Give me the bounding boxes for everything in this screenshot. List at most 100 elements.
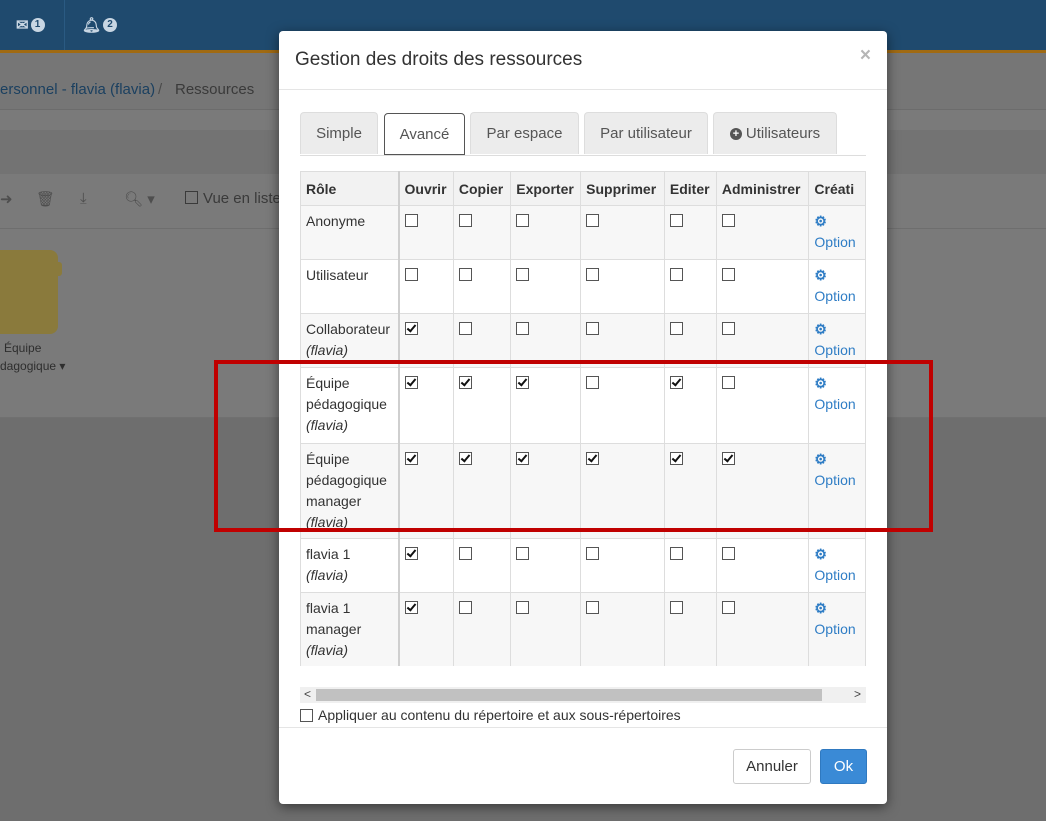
permission-checkbox-administrer[interactable] [721,601,735,614]
role-owner: (flavia) [306,567,349,583]
permission-checkbox-supprimer[interactable] [586,322,600,335]
option-link[interactable]: Option [814,619,860,640]
scroll-right-icon[interactable]: > [854,687,861,701]
permission-checkbox-editer[interactable] [669,214,683,227]
envelope-icon: ✉ [16,17,29,34]
permission-checkbox-exporter[interactable] [516,322,530,335]
role-cell: Anonyme [300,205,400,260]
permission-cell-exporter [510,259,582,314]
permission-cell-administrer [715,205,810,260]
list-view-checkbox[interactable] [185,191,198,204]
mail-notification[interactable]: ✉ 1 [16,0,45,50]
gear-icon[interactable]: ⚙ [814,265,860,286]
permission-checkbox-ouvrir[interactable] [404,601,418,614]
permission-checkbox-exporter[interactable] [516,268,530,281]
gear-icon[interactable]: ⚙ [814,319,860,340]
tab-utilisateurs-label: Utilisateurs [745,125,821,142]
permission-checkbox-ouvrir[interactable] [404,214,418,227]
role-name: Utilisateur [306,267,369,283]
modal-title: Gestion des droits des ressources [295,49,583,70]
permission-checkbox-copier[interactable] [458,547,472,560]
permission-checkbox-supprimer[interactable] [586,268,600,281]
trash-icon[interactable]: 🗑︎ [36,190,55,208]
breadcrumb-link[interactable]: ersonnel - flavia (flavia) [0,81,155,98]
tab-simple[interactable]: Simple [300,112,378,154]
role-owner: (flavia) [306,342,349,358]
option-link[interactable]: Option [814,286,860,307]
option-link[interactable]: Option [814,232,860,253]
permission-cell-copier [452,205,512,260]
folder-icon[interactable] [0,250,58,334]
permission-checkbox-copier[interactable] [458,268,472,281]
permission-cell-ouvrir [398,538,454,593]
permission-cell-administrer [715,592,810,666]
close-icon[interactable]: × [860,45,871,67]
permission-checkbox-copier[interactable] [458,214,472,227]
bell-notification[interactable]: 🔔︎ 2 [82,0,118,50]
permission-checkbox-ouvrir[interactable] [404,268,418,281]
permission-checkbox-administrer[interactable] [721,322,735,335]
permission-checkbox-editer[interactable] [669,547,683,560]
arrow-icon[interactable]: ➜ [0,190,13,208]
tab-par-espace[interactable]: Par espace [470,112,579,154]
permission-checkbox-ouvrir[interactable] [404,322,418,335]
permission-cell-copier [452,538,512,593]
folder-label: Équipe [4,341,42,355]
scrollbar-thumb[interactable] [316,689,822,701]
scroll-left-icon[interactable]: < [304,687,311,701]
highlight-annotation-box [214,360,933,532]
permission-checkbox-supprimer[interactable] [586,601,600,614]
permission-cell-copier [452,592,512,666]
column-header-role: Rôle [300,171,400,206]
list-view-toggle[interactable]: Vue en liste [185,190,281,207]
zoom-icon[interactable]: 🔍︎ ▾ [124,190,155,208]
permission-cell-editer [663,205,717,260]
permission-checkbox-administrer[interactable] [721,214,735,227]
permission-checkbox-supprimer[interactable] [586,214,600,227]
permission-checkbox-administrer[interactable] [721,268,735,281]
column-header-administrer: Administrer [715,171,810,206]
folder-tab-shape [52,262,62,276]
permission-cell-administrer [715,538,810,593]
gear-icon[interactable]: ⚙ [814,544,860,565]
permission-checkbox-exporter[interactable] [516,214,530,227]
role-name: Collaborateur [306,321,391,337]
horizontal-scrollbar[interactable]: < > [300,687,866,703]
permission-checkbox-editer[interactable] [669,268,683,281]
permission-checkbox-ouvrir[interactable] [404,547,418,560]
permission-cell-exporter [510,592,582,666]
folder-label-dropdown[interactable]: dagogique ▾ [0,359,65,373]
permission-checkbox-copier[interactable] [458,322,472,335]
option-link[interactable]: Option [814,565,860,586]
option-link[interactable]: Option [814,340,860,361]
permission-checkbox-exporter[interactable] [516,547,530,560]
cancel-button[interactable]: Annuler [733,749,811,784]
bell-icon: 🔔︎ [82,17,102,34]
permission-cell-ouvrir [398,205,454,260]
permission-cell-exporter [510,538,582,593]
table-row: Anonyme ⚙ Option [300,205,866,260]
tab-par-utilisateur[interactable]: Par utilisateur [584,112,708,154]
permission-checkbox-supprimer[interactable] [586,547,600,560]
gear-icon[interactable]: ⚙ [814,598,860,619]
permission-checkbox-copier[interactable] [458,601,472,614]
ok-button[interactable]: Ok [820,749,867,784]
download-icon[interactable]: ⤓ [80,190,87,207]
tab-utilisateurs[interactable]: + Utilisateurs [713,112,837,154]
role-name: Anonyme [306,213,366,229]
permission-cell-copier [452,259,512,314]
permission-checkbox-exporter[interactable] [516,601,530,614]
apply-recursive-option[interactable]: Appliquer au contenu du répertoire et au… [300,707,681,723]
apply-recursive-checkbox[interactable] [300,708,313,722]
permission-cell-supprimer [580,259,665,314]
permission-checkbox-editer[interactable] [669,322,683,335]
role-cell: flavia 1 (flavia) [300,538,400,593]
permission-checkbox-editer[interactable] [669,601,683,614]
permission-checkbox-administrer[interactable] [721,547,735,560]
permission-cell-editer [663,592,717,666]
gear-icon[interactable]: ⚙ [814,211,860,232]
permission-cell-ouvrir [398,592,454,666]
tab-avance[interactable]: Avancé [384,113,465,155]
breadcrumb-separator: / [158,81,163,98]
permission-cell-ouvrir [398,259,454,314]
